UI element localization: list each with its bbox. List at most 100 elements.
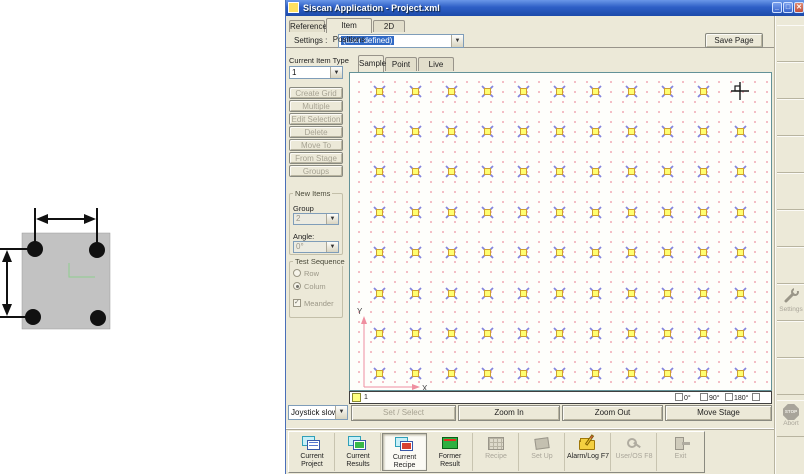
grid-marker[interactable]	[517, 125, 530, 138]
grid-marker[interactable]	[481, 125, 494, 138]
grid-marker[interactable]	[517, 165, 530, 178]
grid-marker[interactable]	[733, 125, 747, 138]
grid-marker[interactable]	[661, 125, 674, 138]
grid-marker[interactable]	[517, 286, 530, 300]
grid-marker[interactable]	[697, 327, 711, 340]
grid-marker[interactable]	[661, 327, 674, 340]
grid-marker[interactable]	[553, 286, 566, 300]
close-button[interactable]: ✕	[794, 2, 804, 13]
chevron-down-icon[interactable]: ▼	[451, 35, 463, 47]
grid-marker[interactable]	[733, 165, 747, 178]
grid-marker[interactable]	[733, 246, 747, 259]
grid-marker[interactable]	[517, 84, 530, 98]
title-bar[interactable]: Siscan Application - Project.xml _ □ ✕	[286, 0, 804, 16]
grid-marker[interactable]	[517, 246, 530, 259]
grid-marker[interactable]	[733, 327, 747, 340]
view-tab-live-image[interactable]: Live Image	[418, 57, 454, 82]
minimize-button[interactable]: _	[772, 2, 782, 13]
current-results-button[interactable]: Current Results	[336, 433, 381, 471]
grid-marker[interactable]	[625, 367, 638, 380]
grid-marker[interactable]	[445, 84, 458, 98]
grid-marker[interactable]	[697, 206, 711, 219]
alarm-log-button[interactable]: Alarm/Log F7	[566, 433, 611, 471]
tab-item-positions[interactable]: Item Positions	[326, 18, 372, 44]
grid-marker[interactable]	[517, 206, 530, 219]
grid-marker[interactable]	[697, 125, 711, 138]
settings-button[interactable]: Settings	[777, 284, 804, 321]
grid-marker[interactable]	[589, 327, 602, 340]
tab-2d-items[interactable]: 2D Items	[373, 20, 405, 43]
grid-marker[interactable]	[408, 246, 422, 259]
grid-marker[interactable]	[481, 84, 494, 98]
sample-grid-area[interactable]: Y X	[349, 72, 772, 391]
grid-marker[interactable]	[625, 286, 638, 300]
grid-marker[interactable]	[625, 84, 638, 98]
grid-marker[interactable]	[697, 246, 711, 259]
grid-marker[interactable]	[445, 286, 458, 300]
grid-marker[interactable]	[553, 327, 566, 340]
grid-marker[interactable]	[625, 165, 638, 178]
grid-marker[interactable]	[661, 84, 674, 98]
grid-marker[interactable]	[553, 165, 566, 178]
grid-marker[interactable]	[445, 327, 458, 340]
former-result-button[interactable]: Former Result	[428, 433, 473, 471]
chevron-down-icon[interactable]: ▼	[335, 406, 347, 419]
angle-180-checkbox[interactable]: 180°	[725, 393, 748, 403]
grid-marker[interactable]	[697, 367, 711, 380]
grid-marker[interactable]	[517, 327, 530, 340]
grid-marker[interactable]	[589, 367, 602, 380]
grid-marker[interactable]	[372, 206, 386, 219]
grid-marker[interactable]	[625, 246, 638, 259]
grid-marker[interactable]	[733, 286, 747, 300]
grid-marker[interactable]	[517, 367, 530, 380]
grid-marker[interactable]	[625, 206, 638, 219]
view-tab-sample[interactable]: Sample	[358, 55, 386, 72]
zoom-out-button[interactable]: Zoom Out	[562, 405, 663, 421]
zoom-in-button[interactable]: Zoom In	[458, 405, 560, 421]
grid-marker[interactable]	[408, 286, 422, 300]
grid-marker[interactable]	[589, 206, 602, 219]
grid-marker[interactable]	[553, 367, 566, 380]
grid-marker[interactable]	[697, 286, 711, 300]
grid-marker[interactable]	[733, 206, 747, 219]
grid-marker[interactable]	[661, 246, 674, 259]
grid-marker[interactable]	[445, 246, 458, 259]
grid-marker[interactable]	[625, 125, 638, 138]
view-tab-point-list[interactable]: Point List	[385, 57, 417, 82]
joystick-speed-combo[interactable]: Joystick slow ▼	[288, 405, 348, 420]
grid-marker[interactable]	[481, 246, 494, 259]
grid-marker[interactable]	[625, 327, 638, 340]
maximize-button[interactable]: □	[783, 2, 793, 13]
move-stage-button[interactable]: Move Stage	[665, 405, 772, 421]
grid-marker[interactable]	[481, 165, 494, 178]
grid-marker[interactable]	[697, 165, 711, 178]
grid-marker[interactable]	[661, 367, 674, 380]
current-recipe-button[interactable]: Current Recipe	[382, 433, 427, 471]
grid-marker[interactable]	[589, 246, 602, 259]
grid-marker[interactable]	[408, 327, 422, 340]
grid-marker[interactable]	[589, 165, 602, 178]
abort-button[interactable]: STOP Abort	[777, 400, 804, 437]
angle-0-checkbox[interactable]: 0°	[675, 393, 691, 403]
grid-marker[interactable]	[481, 367, 494, 380]
grid-marker[interactable]	[408, 165, 422, 178]
grid-marker[interactable]	[661, 286, 674, 300]
grid-marker[interactable]	[697, 84, 711, 98]
grid-marker[interactable]	[589, 84, 602, 98]
grid-marker[interactable]	[372, 367, 386, 380]
grid-marker[interactable]	[661, 206, 674, 219]
current-project-button[interactable]: Current Project	[290, 433, 335, 471]
grid-marker[interactable]	[553, 246, 566, 259]
grid-marker[interactable]	[372, 286, 386, 300]
grid-marker[interactable]	[372, 327, 386, 340]
grid-marker[interactable]	[372, 165, 386, 178]
grid-marker[interactable]	[445, 125, 458, 138]
grid-marker[interactable]	[481, 286, 494, 300]
grid-marker[interactable]	[661, 165, 674, 178]
current-item-type-combo[interactable]: 1 ▼	[289, 66, 343, 79]
grid-marker[interactable]	[589, 286, 602, 300]
grid-marker[interactable]	[589, 125, 602, 138]
grid-marker[interactable]	[408, 125, 422, 138]
grid-marker[interactable]	[445, 367, 458, 380]
grid-marker[interactable]	[408, 84, 422, 98]
